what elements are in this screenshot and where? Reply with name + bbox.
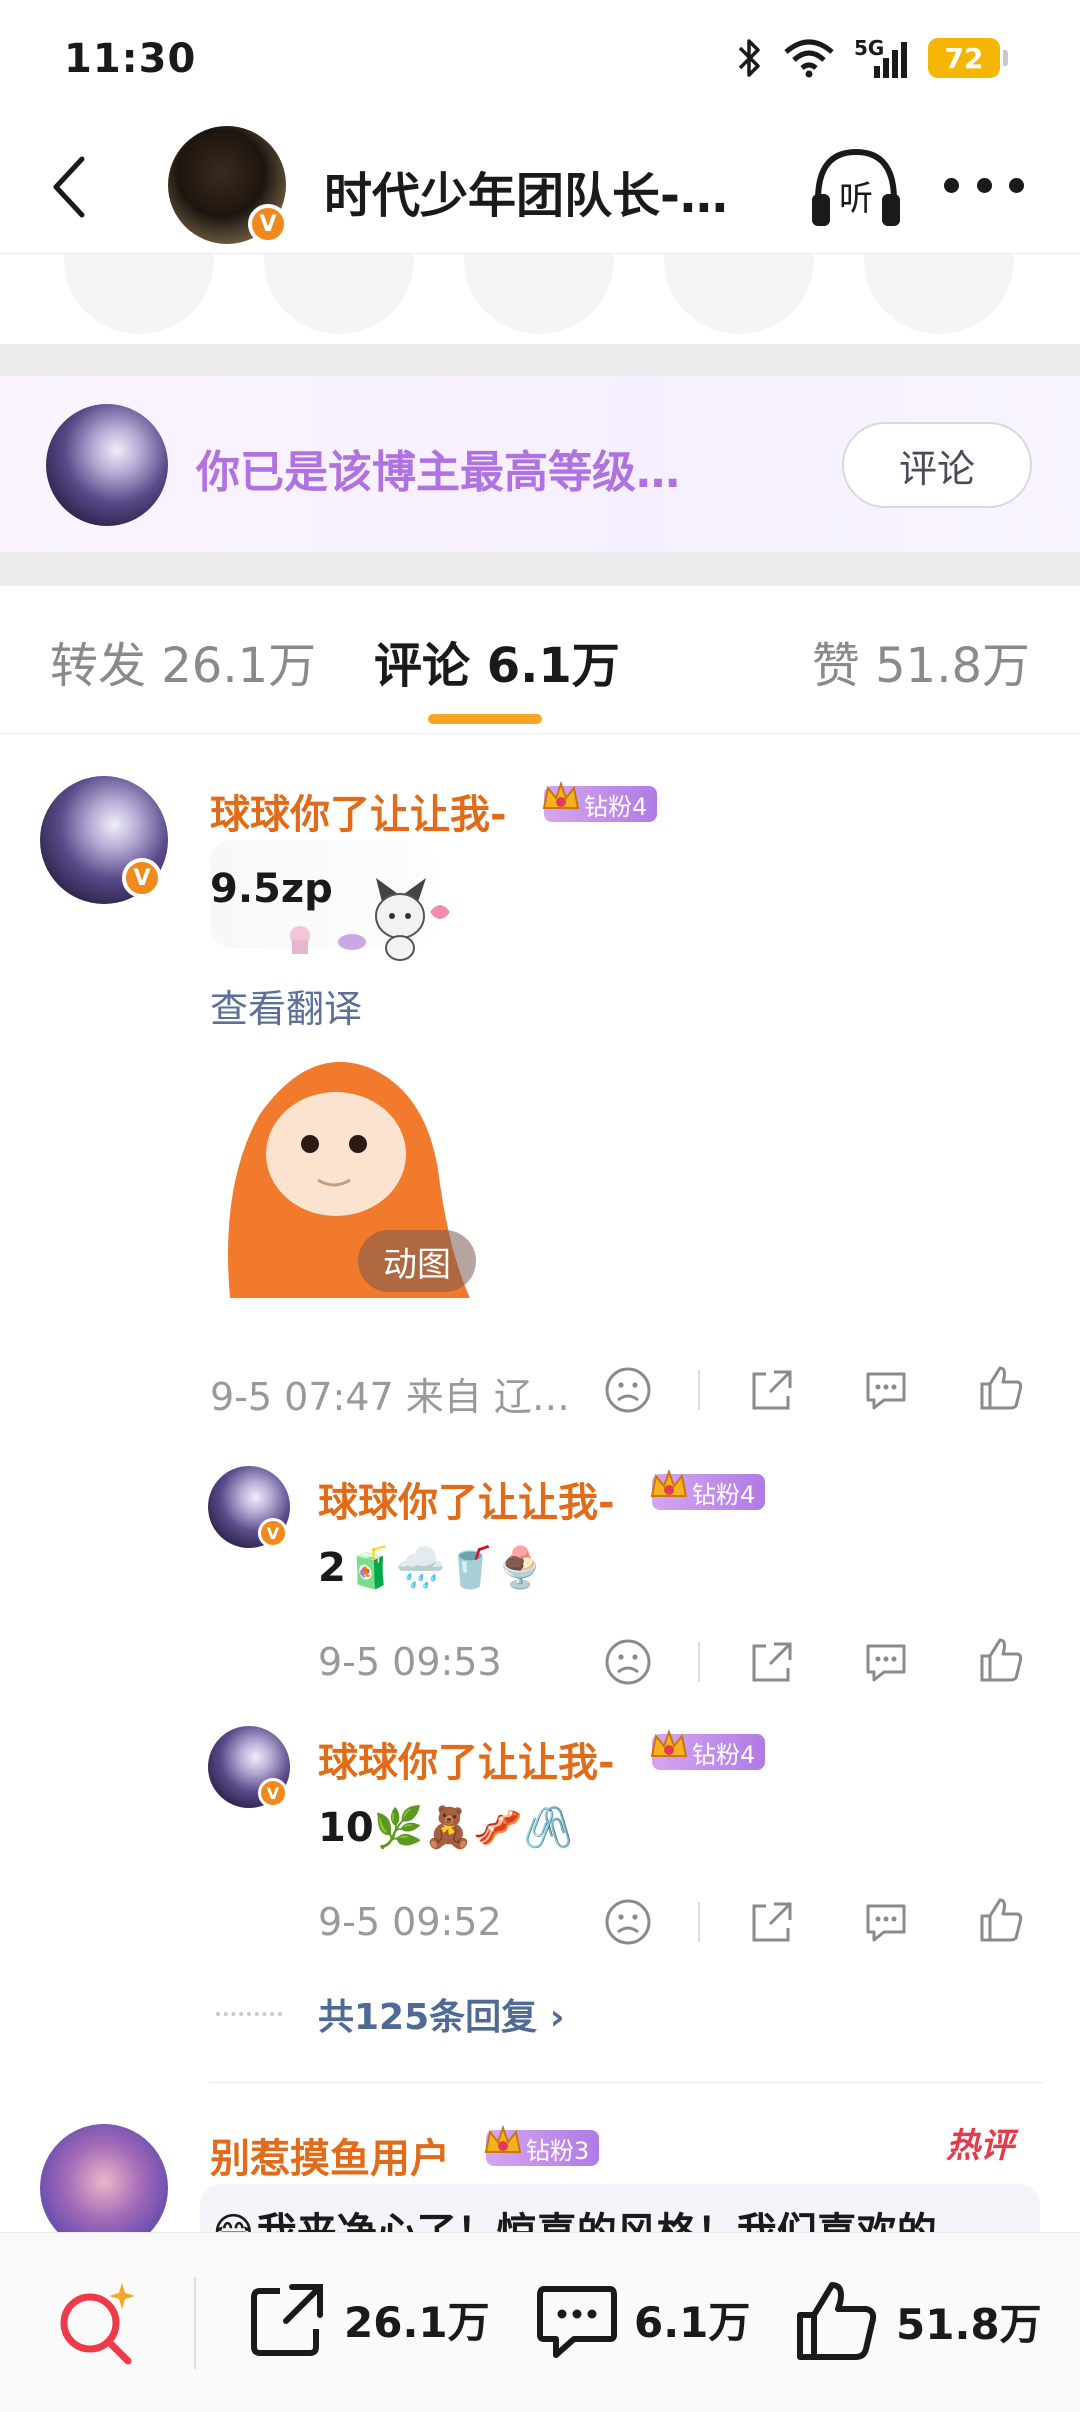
- comment-separator: [210, 2082, 1044, 2083]
- fan-level-banner: 你已是该博主最高等级… 评论: [0, 376, 1080, 552]
- section-divider: [0, 552, 1080, 586]
- reply-text: 2🧃🌧️🥤🍨: [318, 1545, 546, 1591]
- view-all-replies-link[interactable]: 共125条回复 ›: [318, 1988, 565, 2040]
- fan-badge: 钻粉4: [650, 1469, 766, 1510]
- commenter-name[interactable]: 球球你了让让我-: [210, 782, 507, 840]
- fan-level-text: 你已是该博主最高等级…: [196, 447, 680, 498]
- verified-badge-icon: V: [258, 1518, 288, 1548]
- tab-likes[interactable]: 赞 51.8万: [812, 626, 1030, 696]
- fan-badge-label: 钻粉3: [526, 2136, 590, 2165]
- reply-icon[interactable]: [860, 1896, 912, 1948]
- search-spark-icon[interactable]: [52, 2277, 144, 2369]
- replier-avatar[interactable]: V: [208, 1466, 290, 1548]
- repost-icon: [251, 2284, 323, 2356]
- more-options-icon[interactable]: [944, 170, 1024, 200]
- carousel-item[interactable]: [464, 254, 614, 334]
- like-count: 51.8万: [896, 2299, 1042, 2349]
- comment-bar-button[interactable]: 6.1万: [534, 2277, 750, 2361]
- thumbs-up-icon: [797, 2282, 877, 2360]
- carousel-item[interactable]: [864, 254, 1014, 334]
- reply-meta: 9-5 09:52: [318, 1900, 502, 1944]
- status-bar: 11:30 5G 72: [0, 0, 1080, 120]
- like-icon[interactable]: [976, 1894, 1028, 1946]
- action-divider: [698, 1902, 700, 1942]
- page-title[interactable]: 时代少年团队长-…: [324, 156, 728, 226]
- tab-comments[interactable]: 评论 6.1万: [374, 626, 620, 696]
- action-divider: [698, 1370, 700, 1410]
- user-avatar: [46, 404, 168, 526]
- like-bar-button[interactable]: 51.8万: [792, 2277, 1042, 2365]
- section-divider: [0, 344, 1080, 376]
- status-icons: 5G 72: [736, 36, 1008, 80]
- fan-badge: 钻粉4: [650, 1729, 766, 1770]
- svg-text:听: 听: [839, 179, 873, 219]
- kuromi-sticker-icon: [290, 878, 450, 961]
- crown-icon: [542, 781, 580, 809]
- replier-name[interactable]: 球球你了让让我-: [318, 1730, 615, 1788]
- carousel-item[interactable]: [664, 254, 814, 334]
- share-icon[interactable]: [746, 1364, 798, 1416]
- share-icon[interactable]: [746, 1636, 798, 1688]
- replier-avatar[interactable]: V: [208, 1726, 290, 1808]
- back-icon[interactable]: [40, 148, 100, 226]
- top-nav-bar: V 时代少年团队长-… 听: [0, 120, 1080, 254]
- hot-comment-tag: 热评: [946, 2126, 1014, 2166]
- network-label: 5G: [854, 36, 885, 60]
- dislike-icon[interactable]: [602, 1636, 654, 1688]
- fan-badge-label: 钻粉4: [692, 1740, 756, 1769]
- reply-meta: 9-5 09:53: [318, 1640, 502, 1684]
- reply-count-label: 共125条回复: [318, 1997, 538, 2038]
- bluetooth-icon: [738, 39, 760, 77]
- crown-icon: [650, 1729, 688, 1757]
- like-icon[interactable]: [976, 1362, 1028, 1414]
- crown-icon: [650, 1469, 688, 1497]
- action-divider: [698, 1642, 700, 1682]
- reply-icon[interactable]: [860, 1364, 912, 1416]
- commenter-name[interactable]: 别惹摸鱼用户: [210, 2126, 450, 2184]
- bottom-action-bar: 26.1万 6.1万 51.8万: [0, 2232, 1080, 2412]
- listen-icon[interactable]: 听: [808, 144, 904, 232]
- dislike-icon[interactable]: [602, 1896, 654, 1948]
- verified-badge-icon: V: [248, 204, 288, 244]
- comment-icon: [537, 2286, 617, 2358]
- replier-name[interactable]: 球球你了让让我-: [318, 1470, 615, 1528]
- engagement-tabs: 转发 26.1万 评论 6.1万 赞 51.8万: [0, 586, 1080, 734]
- status-time: 11:30: [64, 36, 197, 82]
- reply-text: 10🌿🧸🥓🖇️: [318, 1805, 573, 1851]
- carousel-item[interactable]: [64, 254, 214, 334]
- fan-badge-label: 钻粉4: [692, 1480, 756, 1509]
- comment-gif[interactable]: 动图: [210, 1044, 478, 1298]
- active-tab-indicator: [428, 714, 542, 724]
- fan-badge-label: 钻粉4: [584, 792, 648, 821]
- repost-button[interactable]: 26.1万: [246, 2277, 490, 2361]
- crown-icon: [484, 2125, 522, 2153]
- tab-reposts[interactable]: 转发 26.1万: [50, 626, 316, 696]
- commenter-avatar[interactable]: V: [40, 776, 168, 904]
- share-icon[interactable]: [746, 1896, 798, 1948]
- like-icon[interactable]: [976, 1634, 1028, 1686]
- chevron-right-icon: ›: [549, 1997, 565, 2038]
- dislike-icon[interactable]: [602, 1364, 654, 1416]
- comment-meta: 9-5 07:47 来自 辽…: [210, 1375, 570, 1419]
- repost-count: 26.1万: [344, 2297, 490, 2347]
- reply-icon[interactable]: [860, 1636, 912, 1688]
- signal-icon: 5G: [854, 36, 910, 78]
- blogger-avatar[interactable]: V: [168, 126, 288, 244]
- battery-indicator: 72: [928, 38, 1008, 78]
- carousel-item[interactable]: [264, 254, 414, 334]
- reply-thread-dots: [216, 2012, 282, 2016]
- verified-badge-icon: V: [122, 858, 162, 898]
- view-translation-link[interactable]: 查看翻译: [210, 978, 362, 1033]
- verified-badge-icon: V: [258, 1778, 288, 1808]
- comment-button[interactable]: 评论: [842, 422, 1032, 508]
- fan-badge: 钻粉4: [542, 781, 658, 822]
- share-carousel: [0, 254, 1080, 344]
- bottom-divider: [194, 2277, 196, 2369]
- fan-badge: 钻粉3: [484, 2125, 600, 2166]
- wifi-icon: [784, 39, 834, 78]
- comment-count: 6.1万: [634, 2297, 751, 2347]
- gif-tag: 动图: [358, 1230, 476, 1292]
